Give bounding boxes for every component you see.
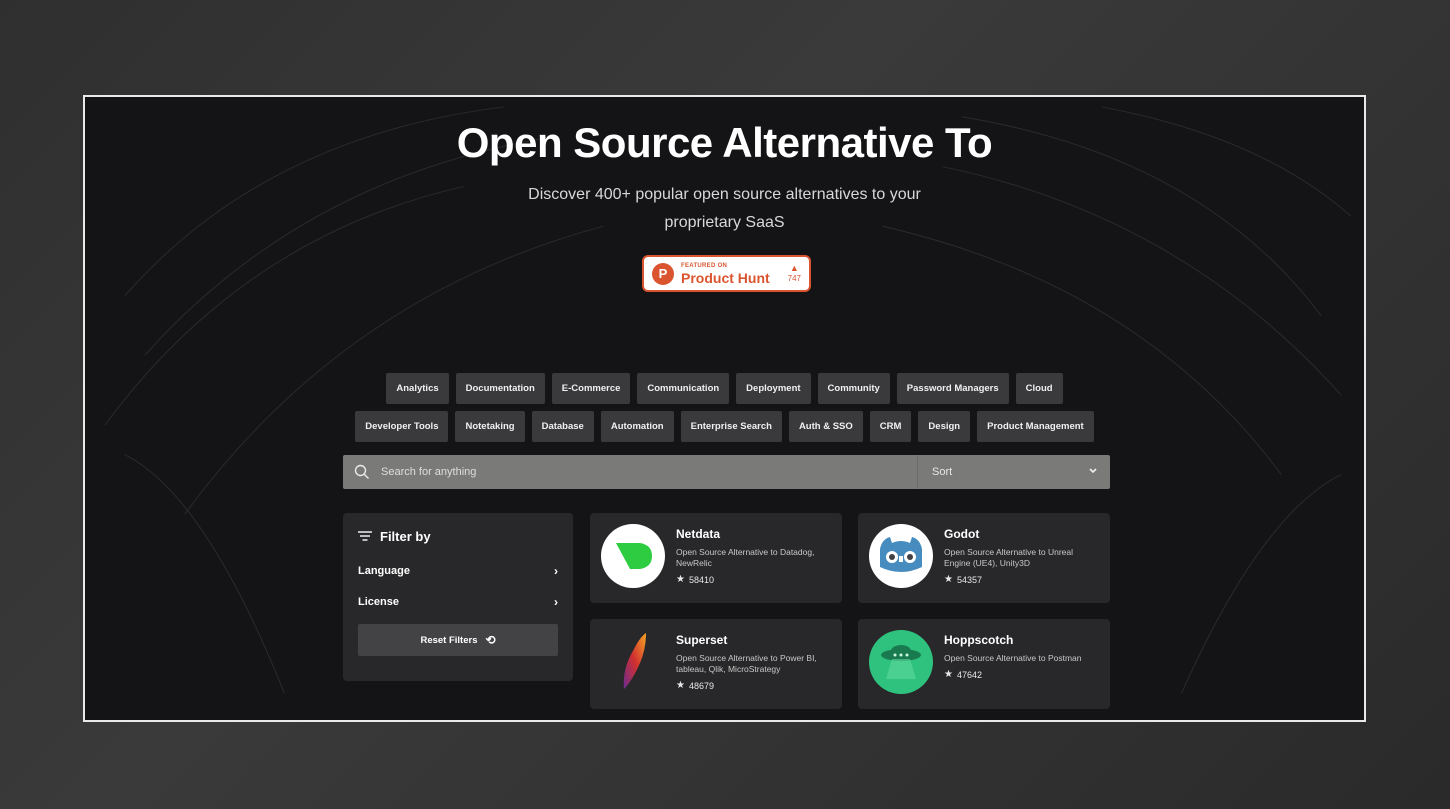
card-star-count: 54357 xyxy=(956,574,982,585)
chevron-right-icon: › xyxy=(554,564,558,578)
producthunt-vote-count: 747 xyxy=(787,274,801,283)
hoppscotch-logo-icon xyxy=(868,629,934,695)
tag-auth-sso[interactable]: Auth & SSO xyxy=(788,411,863,442)
netdata-logo-icon xyxy=(600,523,666,589)
card-stars: ★ 48679 xyxy=(676,680,826,691)
filter-lines-icon xyxy=(358,529,372,544)
filter-language[interactable]: Language › xyxy=(358,564,558,578)
star-icon: ★ xyxy=(944,574,953,585)
producthunt-name: Product Hunt xyxy=(681,269,770,286)
tag-database[interactable]: Database xyxy=(531,411,594,442)
tag-cloud[interactable]: Cloud xyxy=(1015,373,1063,404)
producthunt-logo-icon: P xyxy=(652,262,674,285)
tag-notetaking[interactable]: Notetaking xyxy=(455,411,525,442)
star-icon: ★ xyxy=(944,669,953,680)
card-description: Open Source Alternative to Power BI, tab… xyxy=(676,653,817,674)
tag-communication[interactable]: Communication xyxy=(637,373,730,404)
reset-icon: ⟲ xyxy=(485,633,496,647)
card-title: Hoppscotch xyxy=(944,633,1014,647)
project-card-godot[interactable]: Godot Open Source Alternative to Unreal … xyxy=(858,513,1110,603)
page-title: Open Source Alternative To xyxy=(456,119,993,166)
tag-password-managers[interactable]: Password Managers xyxy=(896,373,1009,404)
sort-label: Sort xyxy=(932,466,953,478)
tag-developer-tools[interactable]: Developer Tools xyxy=(355,411,449,442)
search-bar: Sort xyxy=(343,455,1110,489)
project-card-netdata[interactable]: Netdata Open Source Alternative to Datad… xyxy=(590,513,842,603)
card-star-count: 48679 xyxy=(688,680,714,691)
tag-design[interactable]: Design xyxy=(918,411,971,442)
producthunt-badge[interactable]: P FEATURED ON Product Hunt ▲ 747 xyxy=(642,255,811,292)
card-title: Netdata xyxy=(676,527,721,541)
filter-title: Filter by xyxy=(380,529,431,544)
tag-crm[interactable]: CRM xyxy=(869,411,912,442)
project-card-hoppscotch[interactable]: Hoppscotch Open Source Alternative to Po… xyxy=(858,619,1110,709)
page-subtitle: Discover 400+ popular open source altern… xyxy=(528,186,921,231)
star-icon: ★ xyxy=(676,574,685,585)
search-icon xyxy=(343,464,381,480)
tag-automation[interactable]: Automation xyxy=(600,411,674,442)
star-icon: ★ xyxy=(676,680,685,691)
upvote-arrow-icon: ▲ xyxy=(789,263,799,273)
card-title: Superset xyxy=(676,633,728,647)
card-description: Open Source Alternative to Postman xyxy=(944,653,1082,663)
hero-section: Open Source Alternative To Discover 400+… xyxy=(85,97,1364,237)
filter-language-label: Language xyxy=(358,565,410,577)
tag-analytics[interactable]: Analytics xyxy=(386,373,449,404)
card-description: Open Source Alternative to Unreal Engine… xyxy=(944,547,1073,568)
category-tags-row-1: Analytics Documentation E-Commerce Commu… xyxy=(85,373,1364,404)
tag-enterprise-search[interactable]: Enterprise Search xyxy=(680,411,782,442)
category-tags: Analytics Documentation E-Commerce Commu… xyxy=(85,373,1364,449)
godot-logo-icon xyxy=(868,523,934,589)
sort-select[interactable]: Sort xyxy=(917,455,1110,489)
card-star-count: 58410 xyxy=(688,574,714,585)
tag-deployment[interactable]: Deployment xyxy=(736,373,811,404)
filter-panel: Filter by Language › License › Reset Fil… xyxy=(343,513,573,681)
search-input[interactable] xyxy=(381,466,917,478)
tag-e-commerce[interactable]: E-Commerce xyxy=(551,373,631,404)
card-stars: ★ 58410 xyxy=(676,574,826,585)
card-stars: ★ 47642 xyxy=(944,669,1094,680)
category-tags-row-2: Developer Tools Notetaking Database Auto… xyxy=(85,411,1364,442)
card-stars: ★ 54357 xyxy=(944,574,1094,585)
tag-community[interactable]: Community xyxy=(817,373,890,404)
producthunt-featured-label: FEATURED ON xyxy=(681,262,728,269)
reset-filters-button[interactable]: Reset Filters ⟲ xyxy=(358,624,558,656)
reset-filters-label: Reset Filters xyxy=(420,634,478,646)
card-star-count: 47642 xyxy=(956,669,982,680)
filter-license[interactable]: License › xyxy=(358,595,558,609)
superset-logo-icon xyxy=(600,629,666,695)
project-card-superset[interactable]: Superset Open Source Alternative to Powe… xyxy=(590,619,842,709)
chevron-right-icon: › xyxy=(554,595,558,609)
app-screenshot-frame: Open Source Alternative To Discover 400+… xyxy=(83,95,1366,722)
chevron-down-icon xyxy=(1088,466,1098,478)
filter-header: Filter by xyxy=(358,529,558,544)
card-title: Godot xyxy=(944,527,980,541)
card-description: Open Source Alternative to Datadog, NewR… xyxy=(676,547,815,568)
tag-product-management[interactable]: Product Management xyxy=(977,411,1094,442)
tag-documentation[interactable]: Documentation xyxy=(455,373,545,404)
filter-license-label: License xyxy=(358,596,399,608)
